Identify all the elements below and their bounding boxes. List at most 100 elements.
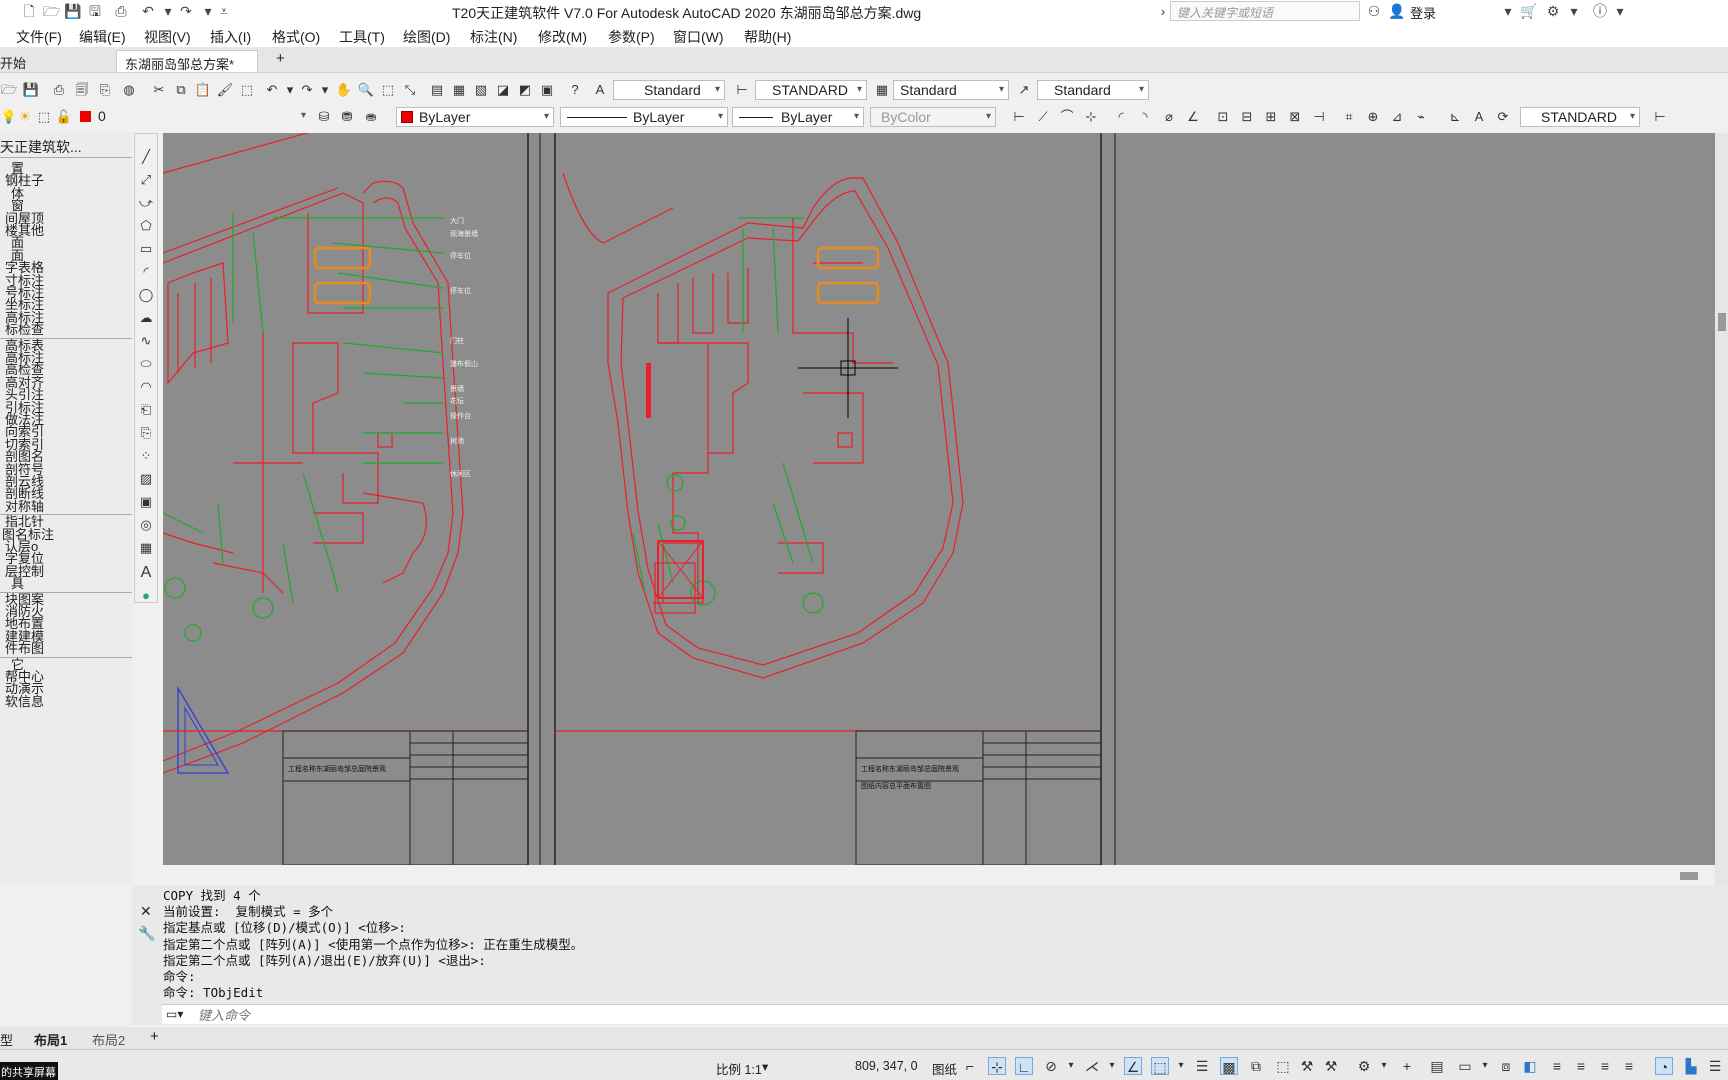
graphics-performance-icon[interactable]: ◧ — [1521, 1057, 1539, 1075]
cut-icon[interactable]: ✂ — [150, 81, 168, 99]
annotation-visibility-icon[interactable]: ⚒ — [1298, 1057, 1316, 1075]
lineweight-combo[interactable]: ByLayer ▾ — [732, 107, 864, 127]
search-expand-icon[interactable]: › — [1155, 3, 1171, 19]
match-prop-icon[interactable]: 🖌 — [216, 81, 234, 99]
palette-item[interactable]: 件布图 — [5, 642, 44, 655]
clean-screen-icon[interactable]: ≡ — [1548, 1057, 1566, 1075]
save-as-icon[interactable]: 🖫 — [87, 3, 103, 19]
menu-insert[interactable]: 插入(I) — [210, 27, 251, 47]
menu-help[interactable]: 帮助(H) — [744, 27, 791, 47]
3d-dwf-icon[interactable]: ◍ — [120, 81, 138, 99]
undo-icon[interactable]: ↶ — [140, 3, 156, 19]
command-prompt-icon[interactable]: ▭▾ — [166, 1007, 183, 1021]
dim-edit-icon[interactable]: ⊾ — [1446, 108, 1464, 126]
tab-model[interactable]: 型 — [0, 1030, 13, 1049]
redo-dropdown-icon[interactable]: ▾ — [200, 3, 216, 19]
vertical-scrollbar[interactable] — [1715, 133, 1728, 885]
command-input[interactable] — [198, 1006, 1698, 1024]
make-block-icon[interactable]: ⎘ — [137, 424, 155, 442]
tool-palettes-icon[interactable]: ▧ — [472, 81, 490, 99]
add-selected-icon[interactable]: ● — [137, 587, 155, 605]
status-menu-icon[interactable]: ☰ — [1706, 1057, 1724, 1075]
dim-radius-icon[interactable]: ◜ — [1112, 108, 1130, 126]
dim-jogged-icon[interactable]: ◝ — [1136, 108, 1154, 126]
menu-view[interactable]: 视图(V) — [144, 27, 191, 47]
scale-dropdown-icon[interactable]: ▾ — [762, 1059, 768, 1074]
table-style-icon[interactable]: ▦ — [873, 81, 891, 99]
table-style-combo[interactable]: Standard ▾ — [893, 80, 1009, 100]
text-style-icon[interactable]: A — [591, 81, 609, 99]
palette-item[interactable]: 具 — [11, 577, 24, 590]
lineweight-icon[interactable]: ☰ — [1193, 1057, 1211, 1075]
center-mark-icon[interactable]: ⊕ — [1364, 108, 1382, 126]
dim-continue-icon[interactable]: ⊞ — [1262, 108, 1280, 126]
preview-icon[interactable]: 🗐 — [73, 81, 91, 99]
ellipse-arc-icon[interactable]: ◠ — [137, 378, 155, 396]
app-menu-icon[interactable]: ▌ — [0, 3, 8, 19]
tolerance-icon[interactable]: ⌗ — [1340, 108, 1358, 126]
palette-item[interactable]: 标检查 — [5, 323, 44, 336]
polygon-icon[interactable]: ⬠ — [137, 217, 155, 235]
pan-icon[interactable]: ✋ — [335, 81, 353, 99]
tab-active-drawing[interactable]: 东湖丽岛邹总方案* — [116, 50, 258, 72]
ortho-icon[interactable]: ∟ — [1015, 1057, 1033, 1075]
close-command-icon[interactable]: ✕ — [140, 903, 152, 920]
undo-dropdown-icon[interactable]: ▾ — [160, 3, 176, 19]
redo-dropdown-icon[interactable]: ▾ — [316, 81, 334, 99]
arc-icon[interactable]: ◜ — [137, 263, 155, 281]
insert-block-icon[interactable]: ⎗ — [137, 401, 155, 419]
polar-dropdown-icon[interactable]: ▾ — [1062, 1057, 1080, 1075]
redo-icon[interactable]: ↷ — [178, 3, 194, 19]
menu-draw[interactable]: 绘图(D) — [403, 27, 450, 47]
layer-combo[interactable]: 0 ▾ — [78, 107, 310, 127]
linetype-combo[interactable]: ByLayer ▾ — [560, 107, 728, 127]
menu-file[interactable]: 文件(F) — [16, 27, 62, 47]
jogged-linear-icon[interactable]: ⌁ — [1412, 108, 1430, 126]
dim-update-icon[interactable]: ⟳ — [1494, 108, 1512, 126]
annotation-scale[interactable]: 比例 1:1 — [716, 1059, 762, 1078]
workspace-icon[interactable]: ⚙ — [1355, 1057, 1373, 1075]
wrench-icon[interactable]: 🔧 — [138, 925, 155, 942]
dim-angular-icon[interactable]: ∠ — [1184, 108, 1202, 126]
menu-format[interactable]: 格式(O) — [272, 27, 320, 47]
help-dropdown-icon[interactable]: ▾ — [1612, 3, 1628, 19]
menu-modify[interactable]: 修改(M) — [538, 27, 587, 47]
tab-start[interactable]: 开始 — [0, 50, 112, 72]
block-editor-icon[interactable]: ⬚ — [238, 81, 256, 99]
mleader-style-combo[interactable]: Standard ▾ — [1037, 80, 1149, 100]
login-dropdown-icon[interactable]: ▾ — [1500, 3, 1516, 19]
tangent-status-1-icon[interactable]: ≡ — [1572, 1057, 1590, 1075]
palette-item[interactable]: 对称轴 — [5, 500, 44, 513]
polar-icon[interactable]: ⊘ — [1042, 1057, 1060, 1075]
sheet-set-icon[interactable]: ◪ — [494, 81, 512, 99]
binoculars-icon[interactable]: ⚇ — [1366, 3, 1382, 19]
polyline-icon[interactable]: ⤻ — [137, 194, 155, 212]
circle-icon[interactable]: ◯ — [137, 286, 155, 304]
layer-state-icon[interactable]: ⛂ — [362, 108, 380, 126]
quick-dim-icon[interactable]: ⊡ — [1214, 108, 1232, 126]
spline-icon[interactable]: ∿ — [137, 332, 155, 350]
dim-style-icon[interactable]: ⊢ — [733, 81, 751, 99]
tangent-status-2-icon[interactable]: ≡ — [1596, 1057, 1614, 1075]
calculator-icon[interactable]: ▣ — [538, 81, 556, 99]
dim-ordinate-icon[interactable]: ⊹ — [1082, 108, 1100, 126]
login-label[interactable]: 登录 — [1410, 3, 1436, 22]
dim-space-icon[interactable]: ⊠ — [1286, 108, 1304, 126]
transparency-icon[interactable]: ▩ — [1220, 1057, 1238, 1075]
new-file-icon[interactable]: 🗋 — [21, 3, 37, 19]
paste-icon[interactable]: 📋 — [194, 81, 212, 99]
table-icon[interactable]: ▦ — [137, 539, 155, 557]
palette-item[interactable]: 软信息 — [5, 695, 44, 708]
quick-properties-dropdown-icon[interactable]: ▾ — [1476, 1057, 1494, 1075]
design-center-icon[interactable]: ▦ — [450, 81, 468, 99]
menu-edit[interactable]: 编辑(E) — [79, 27, 126, 47]
units-icon[interactable]: ▤ — [1428, 1057, 1446, 1075]
dim-break-icon[interactable]: ⊣ — [1310, 108, 1328, 126]
publish-icon[interactable]: ⎘ — [96, 81, 114, 99]
selection-cycling-icon[interactable]: ⧉ — [1247, 1057, 1265, 1075]
dim-linear-icon[interactable]: ⊢ — [1010, 108, 1028, 126]
region-icon[interactable]: ◎ — [137, 516, 155, 534]
layer-freeze-icon[interactable]: ☀ — [16, 108, 34, 126]
drawing-canvas[interactable]: 大门 观海景墙 停车位 停车位 门柱 瀑布假山 景墙 花坛 操作台 树池 休闲区… — [163, 133, 1715, 865]
osnap-tracking-icon[interactable]: ∠ — [1124, 1057, 1142, 1075]
